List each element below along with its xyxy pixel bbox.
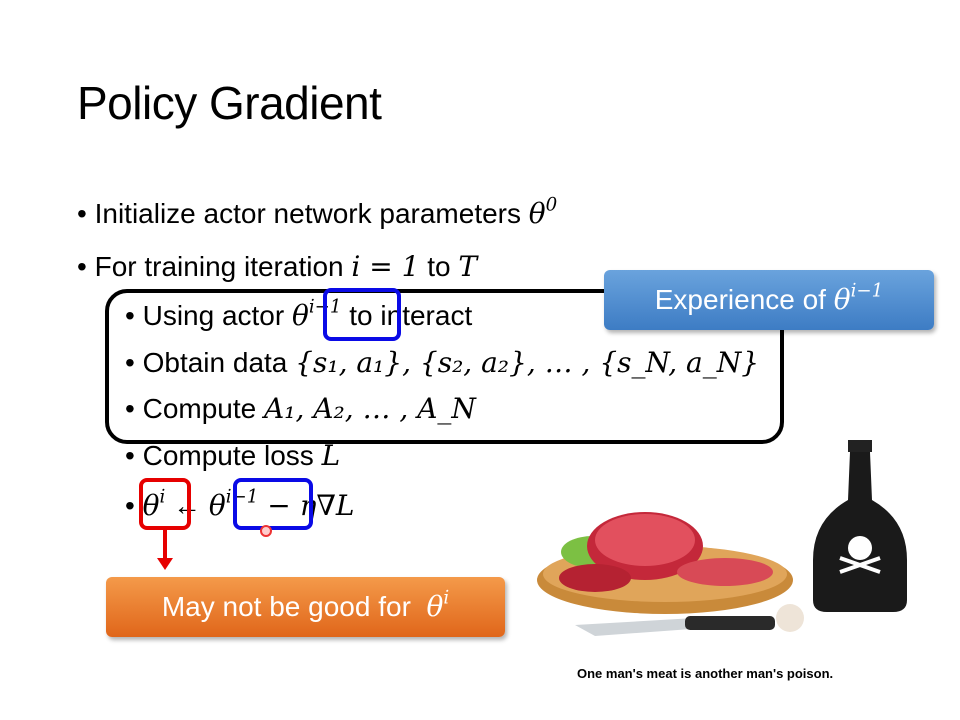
bullet-iteration: • For training iteration i = 1 to T xyxy=(77,250,478,283)
highlight-theta-old-1 xyxy=(323,288,401,341)
down-arrow-icon xyxy=(157,528,173,570)
text: Using actor xyxy=(142,300,292,331)
text: Compute loss xyxy=(142,440,322,471)
highlight-theta-new xyxy=(139,478,191,530)
sub-bullet-obtain: • Obtain data {s₁, a₁}, {s₂, a₂}, … , {s… xyxy=(125,346,760,379)
math-theta: θ xyxy=(528,197,546,230)
math-advantages: A₁, A₂, … , A_N xyxy=(264,392,476,425)
callout-text: Experience of xyxy=(654,283,834,315)
meat-board-image xyxy=(537,512,804,636)
math-data: {s₁, a₁}, {s₂, a₂}, … , {s_N, a_N} xyxy=(295,346,760,379)
slide-title: Policy Gradient xyxy=(77,77,382,129)
image-caption: One man's meat is another man's poison. xyxy=(577,666,834,681)
math-theta: θ xyxy=(292,299,309,332)
warning-callout: May not be good for θi xyxy=(106,577,505,637)
text: Obtain data xyxy=(142,347,296,378)
sub-bullet-loss: • Compute loss L xyxy=(125,439,341,472)
experience-callout: Experience of θi−1 xyxy=(604,270,934,330)
math-sup: 0 xyxy=(545,194,558,216)
math-sup: i xyxy=(443,587,450,609)
warning-text: May not be good for xyxy=(161,590,419,622)
cursor-dot xyxy=(260,525,272,537)
warning-content: May not be good for θi xyxy=(161,587,450,625)
math-L: L xyxy=(321,439,341,472)
sub-bullet-advantage: • Compute A₁, A₂, … , A_N xyxy=(125,392,476,425)
slide: Policy Gradient • Initialize actor netwo… xyxy=(0,0,960,720)
bullet-to: to xyxy=(419,251,459,282)
bullet-initialize: • Initialize actor network parameters θ0 xyxy=(77,194,558,230)
poison-bottle-image xyxy=(813,440,907,612)
math-theta: θ xyxy=(426,589,444,623)
sub-bullet-interact: • Using actor θi−1 to interact xyxy=(125,296,473,332)
math-sup: i−1 xyxy=(850,280,884,302)
highlight-theta-old-2 xyxy=(233,478,313,530)
bullet-text: For training iteration xyxy=(94,251,352,282)
math-i: i = 1 xyxy=(351,250,420,283)
meat-and-poison-illustration xyxy=(537,440,907,636)
math-theta: θ xyxy=(208,489,226,522)
math-theta: θ xyxy=(833,282,851,316)
text: Compute xyxy=(142,393,264,424)
bullet-text: Initialize actor network parameters xyxy=(94,198,529,229)
callout-content: Experience of θi−1 xyxy=(654,280,884,318)
math-T: T xyxy=(458,250,478,283)
